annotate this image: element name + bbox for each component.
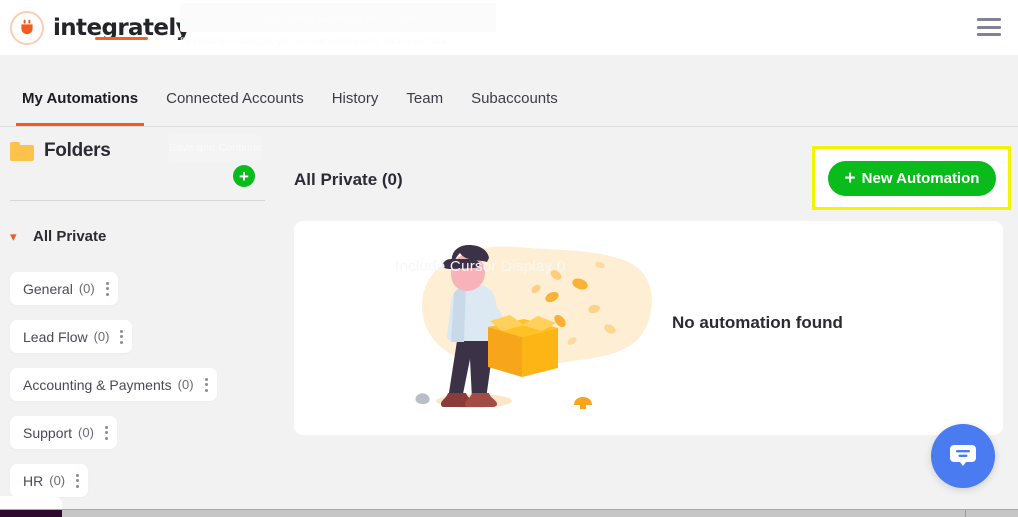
folder-item-label: HR — [23, 472, 44, 489]
plus-icon: + — [239, 166, 249, 186]
folder-item-accounting-payments[interactable]: Accounting & Payments (0) — [10, 368, 217, 401]
chat-bubble-icon — [950, 445, 976, 466]
taskbar-separator — [965, 510, 966, 517]
add-folder-button[interactable]: + — [233, 165, 255, 187]
hamburger-menu-icon[interactable] — [977, 18, 1001, 36]
chevron-down-icon: ▾ — [10, 229, 17, 244]
main-tab-bar: My Automations Connected Accounts Histor… — [0, 55, 1018, 127]
plus-icon: + — [844, 168, 856, 189]
folder-item-support[interactable]: Support (0) — [10, 416, 117, 449]
plug-icon — [10, 10, 44, 45]
automations-empty-card — [294, 221, 1003, 435]
folder-item-label: Accounting & Payments — [23, 376, 172, 393]
brand-name: integrately — [53, 15, 191, 41]
folder-item-label: Support — [23, 424, 73, 441]
folder-item-label: General — [23, 280, 73, 297]
ghost-button-label: Add new Google Account — [259, 10, 417, 25]
folder-options-icon[interactable] — [120, 329, 124, 344]
folder-item-lead-flow[interactable]: Lead Flow (0) — [10, 320, 133, 353]
ghost-subtext: By clicking on Google, you are authorizi… — [180, 36, 447, 47]
sidebar-group-all-private[interactable]: ▾ All Private — [10, 228, 106, 245]
folder-icon — [10, 141, 34, 161]
app-root: integrately Add new Google Account By cl… — [0, 0, 1018, 517]
app-header: integrately Add new Google Account By cl… — [0, 0, 1018, 55]
new-automation-label: New Automation — [861, 170, 980, 187]
tab-label: Subaccounts — [471, 90, 558, 107]
taskbar-active-window[interactable] — [0, 510, 62, 517]
folder-item-hr[interactable]: HR (0) — [10, 464, 89, 497]
folder-options-icon[interactable] — [204, 377, 208, 392]
tab-subaccounts[interactable]: Subaccounts — [457, 90, 572, 126]
os-taskbar — [0, 509, 1018, 517]
empty-state-message: No automation found — [672, 313, 843, 332]
tab-label: Team — [406, 90, 444, 107]
folders-title: Folders — [44, 140, 111, 161]
folder-list: General (0) Lead Flow (0) Accounting & P… — [10, 272, 270, 512]
folder-options-icon[interactable] — [104, 425, 108, 440]
folders-header: Folders Save and Continue — [0, 127, 275, 175]
folder-item-count: (0) — [93, 329, 110, 344]
tab-team[interactable]: Team — [392, 90, 457, 126]
ghost-dialog-text: Include Cursor Display 0 — [395, 258, 566, 275]
folder-item-count: (0) — [78, 281, 95, 296]
tab-connected-accounts[interactable]: Connected Accounts — [152, 90, 318, 126]
tab-label: Connected Accounts — [166, 90, 304, 107]
tab-label: My Automations — [22, 90, 139, 107]
tab-label: History — [331, 90, 379, 107]
folder-item-count: (0) — [78, 425, 94, 440]
tab-my-automations[interactable]: My Automations — [8, 90, 152, 126]
brand-logo[interactable]: integrately — [10, 10, 191, 45]
window-corner — [0, 496, 62, 510]
sidebar-divider — [10, 200, 265, 201]
sidebar-group-label: All Private — [33, 228, 107, 245]
chat-widget-button[interactable] — [931, 424, 995, 488]
folder-item-count: (0) — [177, 377, 194, 392]
brand-underline — [95, 36, 148, 40]
folder-item-general[interactable]: General (0) — [10, 272, 118, 305]
folder-item-label: Lead Flow — [23, 328, 88, 345]
folder-options-icon[interactable] — [105, 281, 109, 296]
ghost-save-continue-button: Save and Continue — [168, 135, 263, 161]
page-title: All Private (0) — [294, 170, 403, 189]
new-automation-button[interactable]: + New Automation — [828, 161, 996, 196]
folder-options-icon[interactable] — [76, 473, 80, 488]
tab-history[interactable]: History — [318, 90, 393, 126]
folder-item-count: (0) — [49, 473, 66, 488]
ghost-add-google-account-button: Add new Google Account — [180, 3, 496, 32]
